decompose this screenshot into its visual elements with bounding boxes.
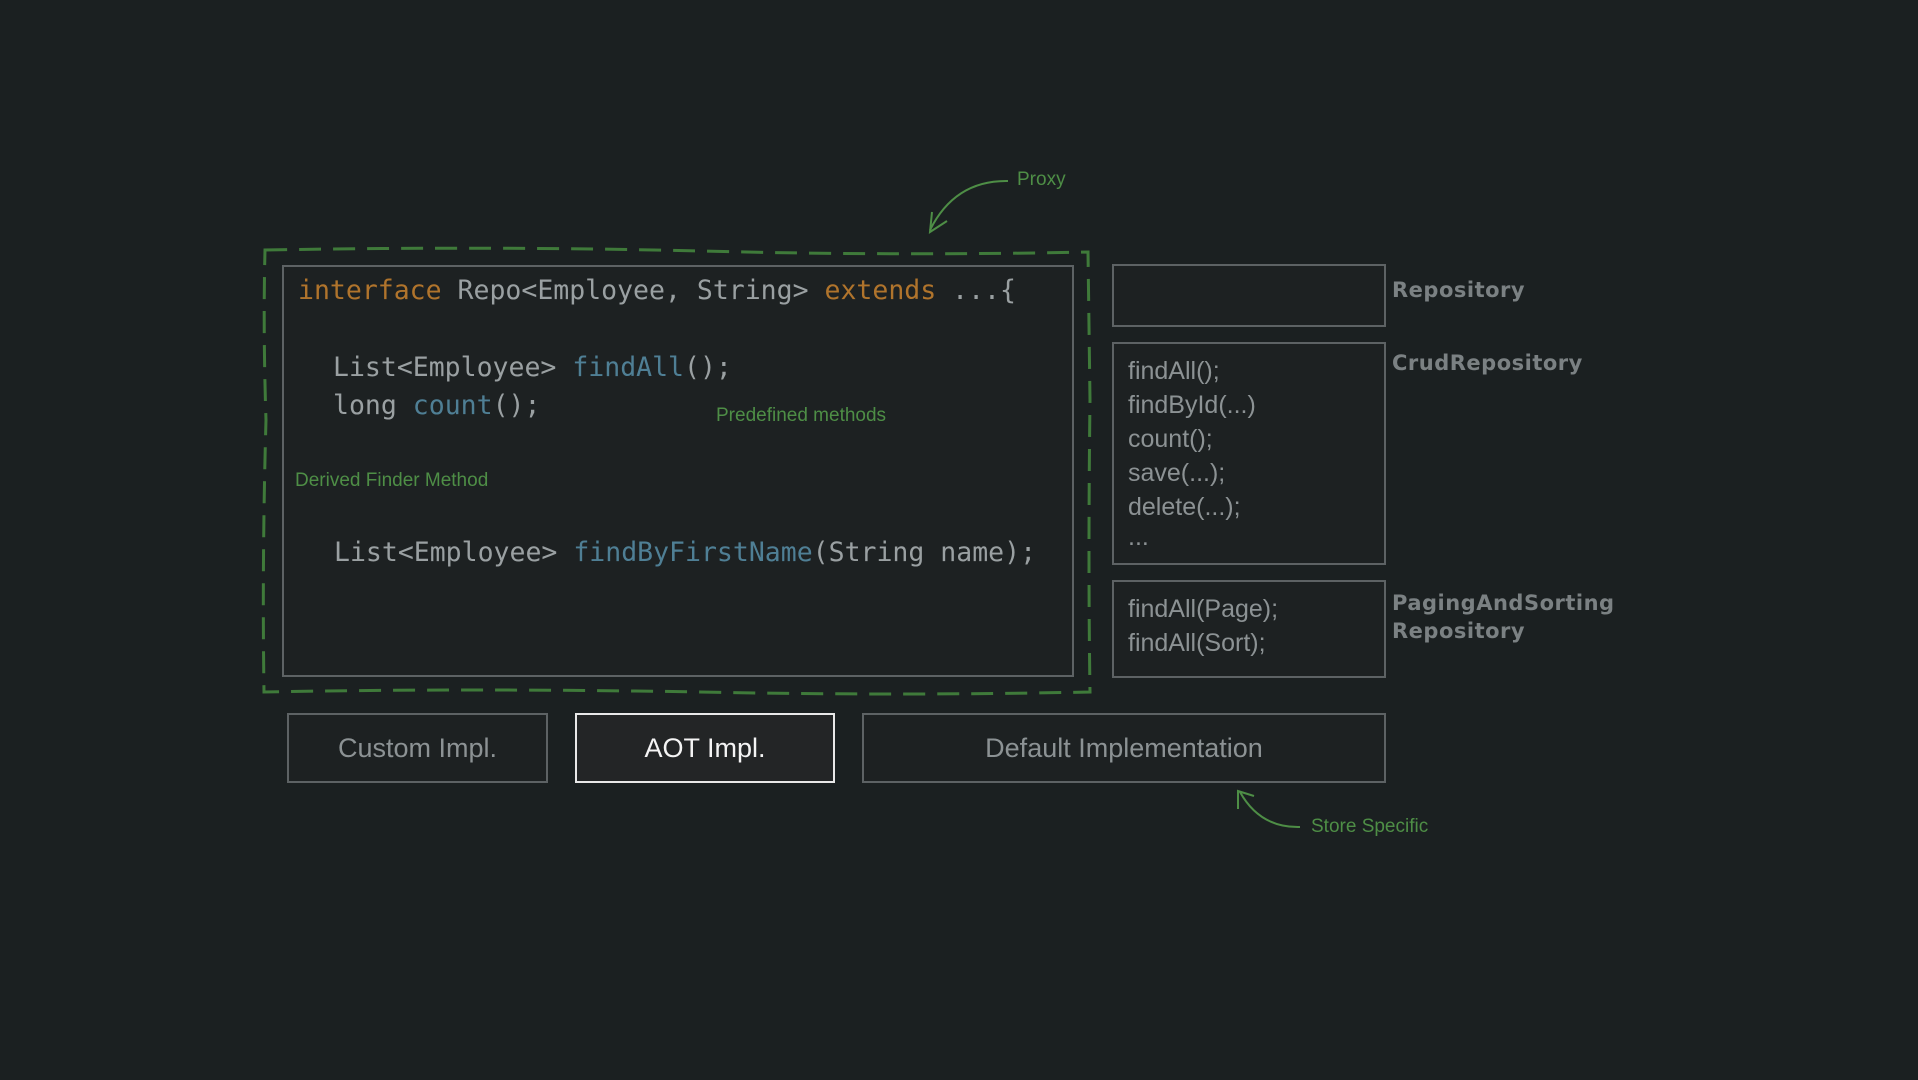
- repository-box: [1112, 264, 1386, 327]
- findall-method: findAll: [572, 352, 685, 383]
- proxy-arrow: [929, 179, 1009, 231]
- crud-repository-box: findAll(); findById(...) count(); save(.…: [1112, 342, 1386, 565]
- paging-item: findAll(Sort);: [1128, 629, 1266, 657]
- count-params: ();: [492, 390, 541, 421]
- count-method: count: [412, 390, 493, 421]
- default-implementation-box: Default Implementation: [862, 713, 1386, 783]
- code-line-interface: interface Repo<Employee, String> extends…: [298, 275, 1016, 306]
- derived-params: (String name);: [812, 537, 1037, 568]
- repository-label: Repository: [1392, 278, 1526, 302]
- crud-repository-label: CrudRepository: [1392, 351, 1583, 375]
- findbyfirstname-method: findByFirstName: [573, 537, 813, 568]
- findall-return-type: List<Employee>: [333, 352, 573, 383]
- code-line-findbyfirstname: List<Employee> findByFirstName(String na…: [334, 537, 1037, 568]
- proxy-annotation: Proxy: [1017, 169, 1066, 190]
- interface-brace: ...{: [936, 275, 1016, 306]
- paging-sorting-label-line2: Repository: [1392, 619, 1526, 643]
- store-specific-annotation: Store Specific: [1311, 816, 1429, 837]
- derived-finder-annotation: Derived Finder Method: [295, 470, 489, 491]
- findall-params: ();: [684, 352, 732, 383]
- keyword-interface: interface: [298, 275, 442, 306]
- keyword-extends: extends: [824, 275, 937, 306]
- paging-sorting-label-line1: PagingAndSorting: [1392, 591, 1615, 615]
- paging-item: findAll(Page);: [1128, 595, 1279, 623]
- custom-impl-box: Custom Impl.: [287, 713, 548, 783]
- proxy-arrow-head: [928, 211, 948, 234]
- derived-return-type: List<Employee>: [334, 537, 574, 568]
- interface-signature: Repo<Employee, String>: [441, 275, 825, 306]
- crud-item: count();: [1128, 425, 1213, 453]
- crud-item: ...: [1128, 523, 1149, 551]
- count-return-type: long: [333, 390, 413, 421]
- store-arrow-head: [1237, 789, 1255, 809]
- store-arrow: [1239, 791, 1301, 829]
- crud-item: findById(...): [1128, 391, 1256, 419]
- crud-item: delete(...);: [1128, 493, 1241, 521]
- predefined-methods-annotation: Predefined methods: [716, 405, 887, 426]
- code-line-findall: List<Employee> findAll();: [333, 352, 732, 383]
- crud-item: findAll();: [1128, 357, 1220, 385]
- paging-sorting-repository-box: findAll(Page); findAll(Sort);: [1112, 580, 1386, 678]
- crud-item: save(...);: [1128, 459, 1226, 487]
- code-line-count: long count();: [333, 390, 541, 421]
- aot-impl-box: AOT Impl.: [575, 713, 835, 783]
